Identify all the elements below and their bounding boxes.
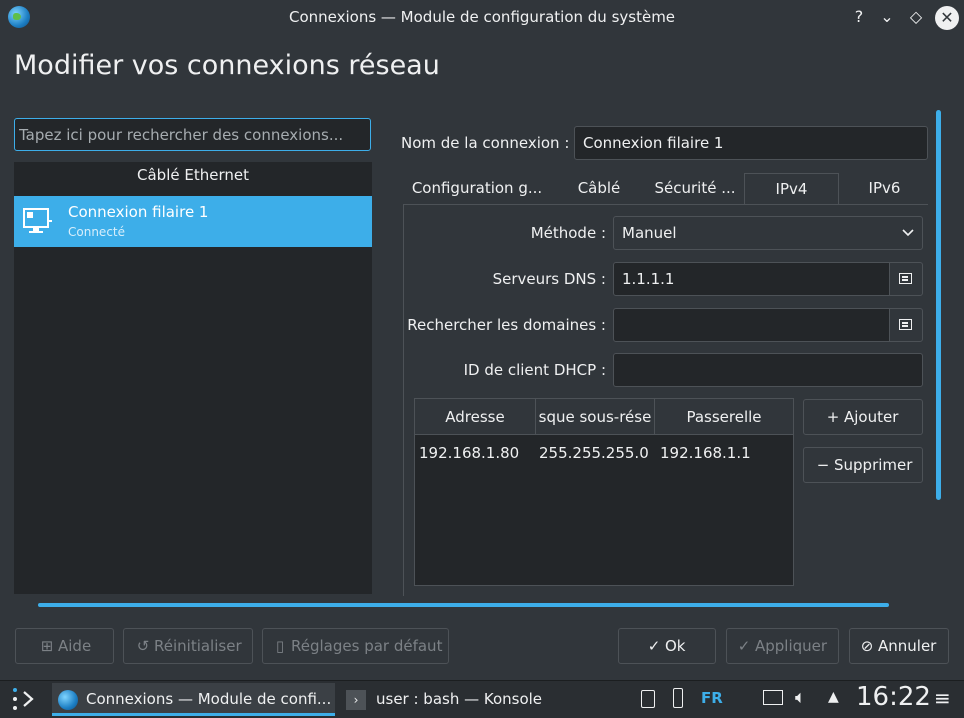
help-footer-label: Aide bbox=[58, 637, 92, 655]
check-icon: ✓ bbox=[737, 637, 751, 655]
keyboard-layout-indicator[interactable]: FR bbox=[701, 689, 723, 707]
cancel-button[interactable]: ⊘ Annuler bbox=[849, 628, 949, 664]
connection-item-status: Connecté bbox=[68, 225, 125, 239]
clipboard-icon[interactable] bbox=[641, 690, 655, 708]
clock[interactable]: 16:22 bbox=[856, 682, 931, 712]
check-icon: ✓ bbox=[647, 637, 661, 655]
menu-icon[interactable]: ≡ bbox=[934, 686, 951, 710]
connection-item-name: Connexion filaire 1 bbox=[68, 203, 209, 221]
tab-divider bbox=[403, 204, 928, 205]
dhcp-id-label: ID de client DHCP : bbox=[463, 361, 606, 379]
cancel-icon: ⊘ bbox=[860, 637, 874, 655]
usb-device-icon[interactable] bbox=[673, 688, 683, 708]
table-cell-address[interactable]: 192.168.1.80 bbox=[419, 444, 519, 462]
globe-icon bbox=[58, 689, 78, 710]
connection-name-input[interactable] bbox=[574, 126, 928, 160]
chevron-down-icon bbox=[902, 229, 914, 237]
window-title: Connexions — Module de configuration du … bbox=[288, 8, 676, 26]
dns-input[interactable]: 1.1.1.1 bbox=[613, 262, 890, 296]
defaults-label: Réglages par défaut bbox=[291, 637, 443, 655]
ok-button[interactable]: ✓ Ok bbox=[618, 628, 716, 664]
minus-icon: − bbox=[816, 456, 830, 474]
app-launcher-icon[interactable] bbox=[10, 686, 40, 712]
reset-button[interactable]: ↺ Réinitialiser bbox=[123, 628, 253, 664]
table-cell-gateway[interactable]: 192.168.1.1 bbox=[660, 444, 751, 462]
volume-icon[interactable]: 🔈︎ bbox=[795, 687, 806, 708]
list-edit-icon bbox=[899, 273, 912, 284]
method-select[interactable]: Manuel bbox=[613, 216, 923, 250]
task-connexions[interactable]: Connexions — Module de confi... bbox=[52, 683, 335, 716]
help-footer-button[interactable]: ⊞ Aide bbox=[15, 628, 114, 664]
add-button-label: Ajouter bbox=[844, 408, 899, 426]
tray-expand-icon[interactable]: ▲ bbox=[828, 689, 839, 705]
tab-general[interactable]: Configuration g... bbox=[404, 173, 550, 205]
wired-network-icon bbox=[23, 208, 52, 233]
task-konsole-label: user : bash — Konsole bbox=[376, 690, 543, 708]
defaults-button[interactable]: ▯ Réglages par défaut bbox=[262, 628, 449, 664]
task-connexions-label: Connexions — Module de confi... bbox=[86, 690, 332, 708]
page-title: Modifier vos connexions réseau bbox=[14, 50, 440, 81]
maximize-button[interactable]: ◇ bbox=[905, 6, 927, 28]
remove-button-label: Supprimer bbox=[834, 456, 913, 474]
column-header-address[interactable]: Adresse bbox=[415, 399, 536, 435]
undo-icon: ↺ bbox=[136, 637, 150, 655]
tab-security[interactable]: Sécurité ... bbox=[648, 173, 742, 205]
document-icon: ▯ bbox=[275, 637, 285, 655]
list-edit-icon bbox=[899, 319, 912, 330]
help-button[interactable]: ? bbox=[848, 6, 870, 28]
column-header-gateway[interactable]: Passerelle bbox=[655, 399, 793, 435]
tab-frame bbox=[403, 204, 404, 596]
table-cell-netmask[interactable]: 255.255.255.0 bbox=[539, 444, 649, 462]
tab-ipv4[interactable]: IPv4 bbox=[744, 173, 839, 205]
connection-name-label: Nom de la connexion : bbox=[401, 134, 570, 152]
tab-wired[interactable]: Câblé bbox=[556, 173, 642, 205]
dhcp-id-input[interactable] bbox=[613, 353, 923, 387]
remove-button[interactable]: − Supprimer bbox=[803, 447, 923, 483]
vertical-scrollbar[interactable] bbox=[936, 110, 941, 500]
add-button[interactable]: + Ajouter bbox=[803, 399, 923, 435]
search-input[interactable] bbox=[14, 118, 371, 151]
search-domains-input[interactable] bbox=[613, 308, 890, 342]
network-icon[interactable] bbox=[763, 690, 783, 705]
globe-icon bbox=[8, 6, 30, 28]
apply-label: Appliquer bbox=[755, 637, 828, 655]
dns-label: Serveurs DNS : bbox=[492, 270, 606, 288]
help-icon: ⊞ bbox=[40, 637, 54, 655]
close-window-button[interactable]: ✕ bbox=[935, 6, 959, 30]
dns-edit-button[interactable] bbox=[889, 262, 923, 296]
horizontal-scrollbar[interactable] bbox=[38, 603, 889, 607]
apply-button[interactable]: ✓ Appliquer bbox=[726, 628, 839, 664]
task-konsole[interactable]: › user : bash — Konsole bbox=[340, 683, 620, 716]
cancel-label: Annuler bbox=[878, 637, 937, 655]
plus-icon: + bbox=[826, 408, 840, 426]
column-header-netmask[interactable]: sque sous-rése bbox=[536, 399, 655, 435]
search-domains-edit-button[interactable] bbox=[889, 308, 923, 342]
search-domains-label: Rechercher les domaines : bbox=[407, 316, 606, 334]
terminal-icon: › bbox=[346, 689, 366, 710]
reset-label: Réinitialiser bbox=[154, 637, 242, 655]
method-label: Méthode : bbox=[530, 224, 606, 242]
tab-ipv6[interactable]: IPv6 bbox=[841, 173, 928, 205]
minimize-button[interactable]: ⌄ bbox=[876, 6, 898, 28]
ok-label: Ok bbox=[665, 637, 686, 655]
group-header: Câblé Ethernet bbox=[137, 166, 249, 184]
method-value: Manuel bbox=[622, 224, 677, 242]
